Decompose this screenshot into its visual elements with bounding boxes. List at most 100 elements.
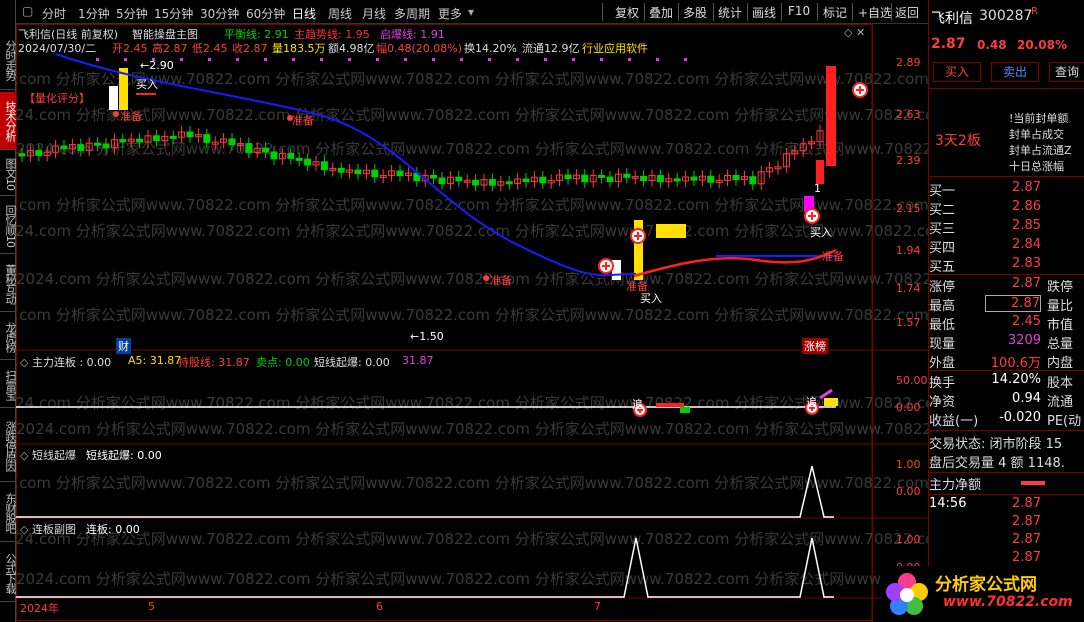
limit-list-badge[interactable]: 涨榜 [802, 338, 828, 354]
finance-badge[interactable]: 财 [116, 338, 131, 354]
app-window: 分时走势 技术分析 图文10 回忆顺10 董秘互动 龙虎榜 扫雷宝 涨跌停原因 … [0, 0, 1084, 622]
price-tick: 1.94 [896, 244, 921, 257]
tab-intraday[interactable]: 分时走势 [0, 30, 17, 90]
settings-icon[interactable]: ◇ ✕ [844, 26, 865, 39]
watermark-text: 2024.com 分析家公式网www.70822.com 分析家公式网www.7… [16, 306, 928, 324]
panel1-title[interactable]: ◇ 主力连板 : 0.00 [20, 354, 111, 370]
info-turnover: 换14.20% [464, 42, 517, 55]
draw-line-button[interactable]: 画线 [752, 4, 776, 21]
panel1-hold: 持股线: 31.87 [178, 356, 250, 369]
r-flag: R [1031, 6, 1038, 17]
stat-row: 外盘 100.6万 内盘 [929, 356, 1074, 371]
tf-weekly[interactable]: 周线 [328, 5, 352, 22]
watermark-text: 2024.com 分析家公式网www.70822.com 分析家公式网www.7… [16, 394, 928, 412]
price-row: 2.87 0.48 20.08% [929, 36, 1084, 55]
chevron-down-icon[interactable]: ▾ [468, 5, 474, 19]
panel2-label: 短线起爆: 0.00 [86, 449, 162, 462]
candle-body [430, 174, 438, 179]
menu-icon[interactable]: ▢ [22, 4, 33, 18]
prepare-label-3: 准备 [490, 274, 512, 287]
top-dot [264, 58, 267, 61]
multi-stock-button[interactable]: 多股 [683, 4, 707, 21]
quote-panel: 飞利信 300287 R 2.87 0.48 20.08% 买入 卖出 查询 3… [881, 0, 1084, 622]
top-dot [684, 58, 687, 61]
board-count: 3天2板 [935, 133, 981, 149]
tf-60min[interactable]: 60分钟 [246, 5, 285, 22]
chart-area[interactable]: 2024.com 分析家公式网www.70822.com 分析家公式网www.7… [0, 24, 969, 622]
price-tick: 2.15 [896, 202, 921, 215]
buy-label-2: 买入 [640, 292, 662, 305]
top-dot [544, 58, 547, 61]
tf-more[interactable]: 更多 [438, 5, 462, 22]
tf-monthly[interactable]: 月线 [362, 5, 386, 22]
candle-body [203, 134, 211, 143]
price-tick: 1.74 [896, 282, 921, 295]
candle-body [749, 176, 757, 185]
top-dot [180, 58, 183, 61]
candle-body [295, 157, 303, 161]
candle-body [438, 177, 446, 185]
candle-body [371, 169, 379, 178]
tf-1min[interactable]: 1分钟 [78, 5, 110, 22]
back-button[interactable]: 返回 [895, 4, 919, 21]
chase-label-2: 追 [806, 396, 817, 409]
stat-row: 最高 2.87 量比 [929, 295, 1074, 314]
tab-technical[interactable]: 技术分析 [0, 92, 17, 150]
high-label: ←2.90 [140, 59, 174, 72]
stats-button[interactable]: 统计 [718, 4, 742, 21]
stat-row: 最低 2.45 市值 [929, 314, 1074, 333]
watermark-text: 2024.com 分析家公式网www.70822.com 分析家公式网www.7… [16, 196, 928, 214]
panel2-title[interactable]: ◇ 短线起爆 [20, 447, 76, 463]
info-change: 幅0.48(20.08%) [376, 42, 463, 55]
fuquan-button[interactable]: 复权 [615, 4, 639, 21]
tf-multi[interactable]: 多周期 [394, 5, 430, 22]
candle-body [262, 147, 270, 153]
tab-secretary[interactable]: 董秘互动 [0, 256, 17, 312]
tab-forum[interactable]: 东财股吧 [0, 484, 17, 542]
mark-button[interactable]: 标记 [823, 4, 847, 21]
limit-candle [816, 160, 824, 184]
candle-body [304, 158, 312, 166]
buy-label-1: 买入 [136, 78, 158, 91]
kline-svg[interactable]: 2024.com 分析家公式网www.70822.com 分析家公式网www.7… [0, 24, 969, 622]
bid-row: 买三 2.85 [929, 218, 1041, 237]
query-button[interactable]: 查询 [1049, 62, 1084, 82]
top-dot [348, 58, 351, 61]
f10-button[interactable]: F10 [788, 4, 810, 18]
tf-30min[interactable]: 30分钟 [200, 5, 239, 22]
score-label: 【量化评分】 [24, 92, 90, 105]
site-logo: 分析家公式网 www.70822.com [881, 566, 1084, 622]
info-industry: 行业应用软件 [582, 42, 648, 55]
trade-state: 交易状态: 闭市阶段 15 [929, 437, 1063, 452]
tab-formula-download[interactable]: 公式下载 [0, 544, 17, 602]
top-dot [292, 58, 295, 61]
price-tick: 2.89 [896, 56, 921, 69]
tf-minute-chart[interactable]: 分时 [42, 5, 66, 22]
logo-title: 分析家公式网 [935, 575, 1037, 595]
tab-review[interactable]: 回忆顺10 [0, 198, 17, 254]
tf-5min[interactable]: 5分钟 [116, 5, 148, 22]
after-hours: 盘后交易量 4 额 1148. [929, 456, 1065, 471]
candle-body [396, 170, 404, 177]
tab-limit-reason[interactable]: 涨跌停原因 [0, 410, 17, 482]
tf-daily[interactable]: 日线 [292, 5, 316, 22]
stat-row: 涨停 2.87 跌停 [929, 276, 1074, 295]
overlay-button[interactable]: 叠加 [649, 4, 673, 21]
panel3-title[interactable]: ◇ 连板副图 [20, 521, 76, 537]
panel1-val: 31.87 [402, 354, 434, 367]
tf-15min[interactable]: 15分钟 [154, 5, 193, 22]
candle-body [320, 161, 328, 171]
last-price: 2.87 [931, 36, 966, 52]
candle-body [707, 175, 715, 183]
stat-row: 收益(一) -0.020 PE(动 [929, 410, 1082, 429]
sell-button[interactable]: 卖出 [991, 62, 1039, 82]
date-tick: 2024年 [20, 602, 59, 615]
tab-minesweeper[interactable]: 扫雷宝 [0, 362, 17, 408]
tab-graphic[interactable]: 图文10 [0, 152, 17, 196]
candle-body [60, 145, 68, 150]
buy-button[interactable]: 买入 [933, 62, 981, 82]
add-watchlist-button[interactable]: +自选 [858, 4, 892, 21]
watermark-text: 2024.com 分析家公式网www.70822.com 分析家公式网www.7… [16, 530, 928, 548]
tab-dragon-tiger[interactable]: 龙虎榜 [0, 314, 17, 360]
candle-body [581, 174, 589, 183]
